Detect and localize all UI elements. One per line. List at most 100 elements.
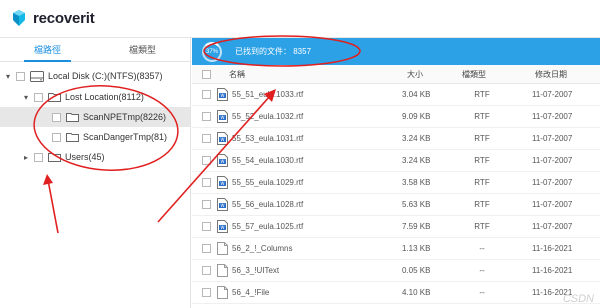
table-row[interactable]: W 55_53_eula.1031.rtf 3.24 KB RTF 11-07-2007	[192, 128, 600, 150]
tab-file-path[interactable]: 檔路徑	[0, 38, 95, 62]
word-document-icon: W	[217, 176, 228, 191]
table-row[interactable]: W 55_55_eula.1029.rtf 3.58 KB RTF 11-07-2007	[192, 172, 600, 194]
file-date: 11-07-2007	[532, 200, 573, 209]
row-checkbox[interactable]	[202, 288, 211, 297]
file-name: 56_2_!_Columns	[232, 244, 293, 253]
file-size: 3.24 KB	[402, 156, 431, 165]
file-name: 56_3_!UIText	[232, 266, 280, 275]
word-document-icon: W	[217, 132, 228, 147]
file-icon	[217, 264, 228, 279]
svg-text:W: W	[221, 115, 225, 120]
chevron-down-icon[interactable]: ▾	[22, 93, 30, 102]
row-checkbox[interactable]	[202, 266, 211, 275]
recoverit-logo-icon	[13, 10, 25, 26]
file-date: 11-07-2007	[532, 112, 573, 121]
hard-disk-icon	[30, 70, 44, 82]
file-size: 1.13 KB	[402, 244, 431, 253]
file-name: 55_55_eula.1029.rtf	[232, 178, 304, 187]
file-type: RTF	[474, 178, 490, 187]
file-date: 11-07-2007	[532, 222, 573, 231]
table-row[interactable]: 56_3_!UIText 0.05 KB -- 11-16-2021	[192, 260, 600, 282]
table-row[interactable]: W 55_54_eula.1030.rtf 3.24 KB RTF 11-07-2007	[192, 150, 600, 172]
file-icon	[217, 242, 228, 257]
file-icon	[217, 286, 228, 301]
file-type: --	[479, 288, 485, 297]
file-size: 0.05 KB	[402, 266, 431, 275]
table-row[interactable]: W 55_52_eula.1032.rtf 9.09 KB RTF 11-07-2007	[192, 106, 600, 128]
file-date: 11-07-2007	[532, 156, 573, 165]
chevron-down-icon[interactable]: ▾	[4, 72, 12, 81]
svg-text:W: W	[221, 93, 225, 98]
folder-icon	[66, 113, 79, 122]
table-row[interactable]: W 55_57_eula.1025.rtf 7.59 KB RTF 11-07-2007	[192, 216, 600, 238]
tree-item-local-disk[interactable]: ▾ Local Disk (C:)(NTFS)(8357)	[0, 66, 190, 86]
file-type: RTF	[474, 134, 490, 143]
checkbox[interactable]	[34, 152, 43, 162]
tree-item-label: Lost Location(8112)	[65, 92, 144, 102]
file-type: --	[479, 266, 485, 275]
row-checkbox[interactable]	[202, 200, 211, 209]
checkbox[interactable]	[34, 92, 43, 102]
checkbox[interactable]	[52, 132, 61, 142]
select-all-checkbox[interactable]	[202, 70, 211, 79]
row-checkbox[interactable]	[202, 178, 211, 187]
file-name: 55_56_eula.1028.rtf	[232, 200, 304, 209]
row-checkbox[interactable]	[202, 112, 211, 121]
file-date: 11-07-2007	[532, 90, 573, 99]
file-date: 11-07-2007	[532, 134, 573, 143]
tree-item-scannpetmp[interactable]: ScanNPETmp(8226)	[0, 107, 190, 127]
file-type: RTF	[474, 222, 490, 231]
checkbox[interactable]	[52, 112, 61, 122]
row-checkbox[interactable]	[202, 244, 211, 253]
row-checkbox[interactable]	[202, 90, 211, 99]
tree-item-users[interactable]: ▸ Users(45)	[0, 147, 190, 167]
svg-text:W: W	[221, 225, 225, 230]
chevron-right-icon[interactable]: ▸	[22, 153, 30, 162]
table-row[interactable]: W 55_56_eula.1028.rtf 5.63 KB RTF 11-07-2007	[192, 194, 600, 216]
row-checkbox[interactable]	[202, 222, 211, 231]
file-name: 55_54_eula.1030.rtf	[232, 156, 304, 165]
file-name: 55_51_eula.1033.rtf	[232, 90, 304, 99]
tree-item-label: ScanNPETmp(8226)	[83, 112, 167, 122]
checkbox[interactable]	[16, 71, 25, 81]
column-date[interactable]: 修改日期	[535, 65, 567, 84]
file-size: 4.10 KB	[402, 288, 431, 297]
file-type: RTF	[474, 156, 490, 165]
file-name: 55_52_eula.1032.rtf	[232, 112, 304, 121]
progress-indicator: 37%	[202, 42, 222, 62]
app-logo: recoverit	[10, 9, 95, 27]
table-row[interactable]: W 55_51_eula.1033.rtf 3.04 KB RTF 11-07-2007	[192, 84, 600, 106]
file-date: 11-16-2021	[532, 244, 573, 253]
column-name[interactable]: 名稱	[229, 65, 245, 84]
file-size: 3.24 KB	[402, 134, 431, 143]
table-row[interactable]: 56_4_!File 4.10 KB -- 11-16-2021	[192, 282, 600, 304]
tree-item-label: Users(45)	[65, 152, 105, 162]
file-name: 55_53_eula.1031.rtf	[232, 134, 304, 143]
file-date: 11-16-2021	[532, 266, 573, 275]
file-size: 3.04 KB	[402, 90, 431, 99]
table-header: 名稱 大小 檔類型 修改日期	[192, 65, 600, 84]
word-document-icon: W	[217, 110, 228, 125]
tab-file-type[interactable]: 檔類型	[95, 38, 190, 61]
file-type: RTF	[474, 90, 490, 99]
file-size: 9.09 KB	[402, 112, 431, 121]
tree-item-lost-location[interactable]: ▾ Lost Location(8112)	[0, 87, 190, 107]
sidebar-tabs: 檔路徑 檔類型	[0, 38, 190, 62]
file-name: 55_57_eula.1025.rtf	[232, 222, 304, 231]
row-checkbox[interactable]	[202, 156, 211, 165]
file-type: --	[479, 244, 485, 253]
file-type: RTF	[474, 200, 490, 209]
column-size[interactable]: 大小	[407, 65, 423, 84]
found-files-count: 已找到的文件： 8357	[235, 47, 312, 56]
word-document-icon: W	[217, 220, 228, 235]
row-checkbox[interactable]	[202, 134, 211, 143]
table-row[interactable]: 56_2_!_Columns 1.13 KB -- 11-16-2021	[192, 238, 600, 260]
word-document-icon: W	[217, 88, 228, 103]
svg-text:W: W	[221, 181, 225, 186]
tree-item-scandangertmp[interactable]: ScanDangerTmp(81)	[0, 127, 190, 147]
column-type[interactable]: 檔類型	[462, 65, 486, 84]
tree-item-label: ScanDangerTmp(81)	[83, 132, 168, 142]
file-size: 5.63 KB	[402, 200, 431, 209]
word-document-icon: W	[217, 154, 228, 169]
file-type: RTF	[474, 112, 490, 121]
